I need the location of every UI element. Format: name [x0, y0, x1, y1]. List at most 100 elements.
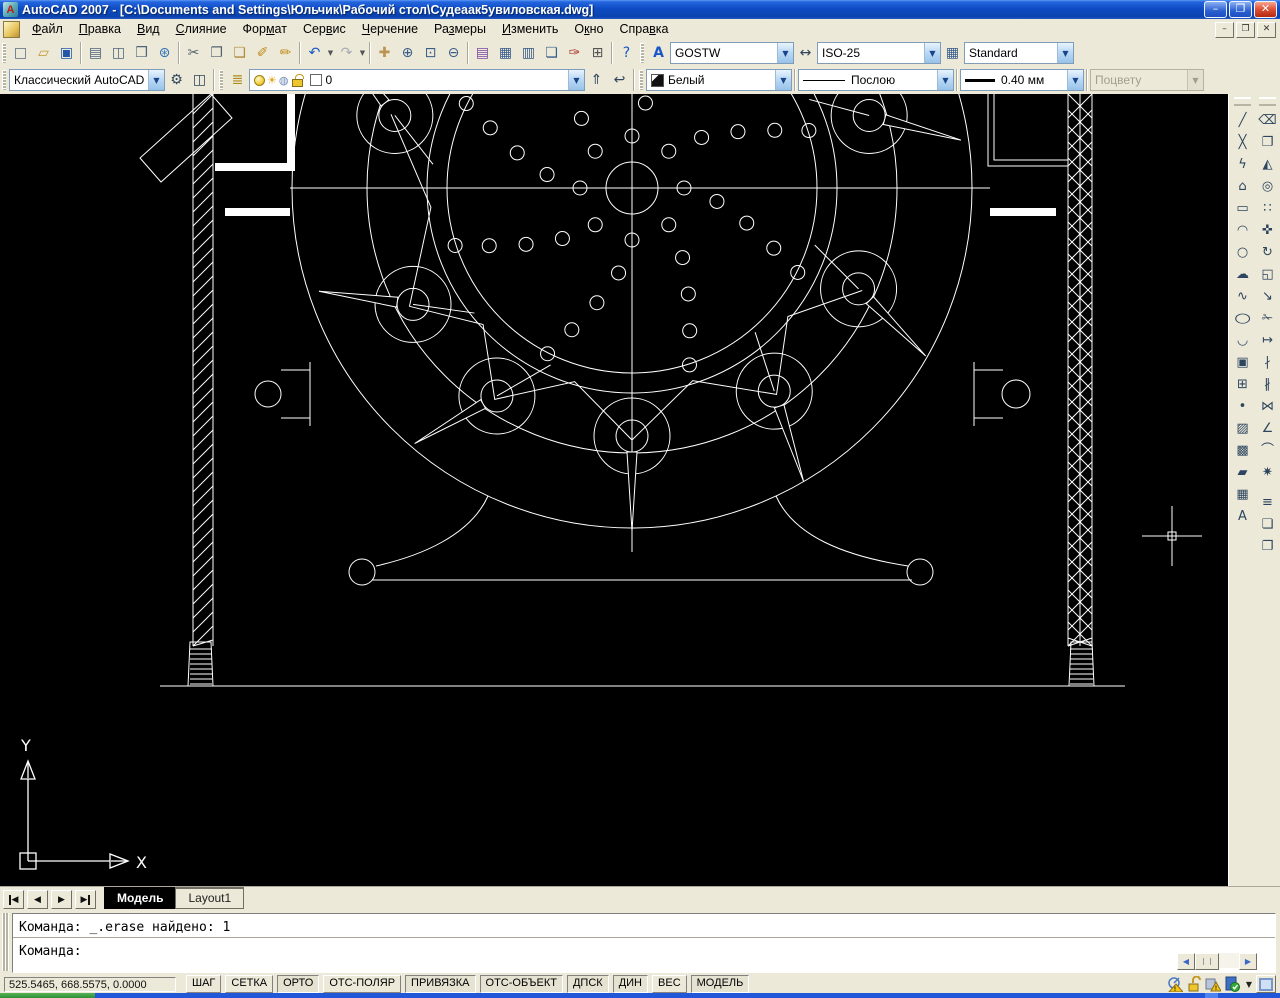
plot-preview-button[interactable]: ◫	[107, 42, 130, 64]
menu-вид[interactable]: Вид	[129, 20, 168, 39]
mdi-minimize-button[interactable]: –	[1215, 21, 1234, 38]
copy-clip-button[interactable]: ❐	[205, 42, 228, 64]
arc-button[interactable]: ◠	[1232, 219, 1254, 241]
menu-сервис[interactable]: Сервис	[295, 20, 354, 39]
fillet-button[interactable]: ⌒	[1257, 439, 1279, 461]
linetype-combo[interactable]: Послою ▼	[798, 69, 954, 91]
extend-button[interactable]: ↦	[1257, 329, 1279, 351]
tool-palettes-button[interactable]: ▥	[517, 42, 540, 64]
bring-to-front-button[interactable]: ❏	[1257, 513, 1279, 535]
scroll-thumb[interactable]	[1195, 953, 1219, 970]
send-to-back-button[interactable]: ❐	[1257, 535, 1279, 557]
save-button[interactable]: ▣	[55, 42, 78, 64]
menu-правка[interactable]: Правка	[71, 20, 129, 39]
mdi-close-button[interactable]: ✕	[1257, 21, 1276, 38]
toolbar-grip[interactable]	[2, 70, 6, 90]
standards-warning-icon[interactable]: !	[1205, 976, 1221, 992]
tab-model[interactable]: Модель	[104, 887, 177, 909]
rotate-button[interactable]: ↻	[1257, 241, 1279, 263]
menu-окно[interactable]: Окно	[566, 20, 611, 39]
rectangle-button[interactable]: ▭	[1232, 197, 1254, 219]
lineweight-combo[interactable]: 0.40 мм ▼	[960, 69, 1084, 91]
draworder-button[interactable]: ≡	[1257, 491, 1279, 513]
offset-button[interactable]: ◎	[1257, 175, 1279, 197]
close-button[interactable]: ✕	[1254, 1, 1277, 18]
chevron-down-icon[interactable]: ▼	[148, 70, 164, 90]
start-button-edge[interactable]	[0, 993, 95, 998]
workspace-combo[interactable]: Классический AutoCAD ▼	[9, 69, 165, 91]
trim-button[interactable]: ✁	[1257, 307, 1279, 329]
ellipse-button[interactable]: ○	[1232, 307, 1254, 329]
unlock-icon[interactable]	[1186, 976, 1202, 992]
plot-button[interactable]: ▤	[84, 42, 107, 64]
restore-button[interactable]: ❐	[1229, 1, 1252, 18]
match-properties-button[interactable]: ✐	[251, 42, 274, 64]
copy-button[interactable]: ❐	[1257, 131, 1279, 153]
redo-dropdown-icon[interactable]: ▼	[358, 49, 367, 57]
zoom-realtime-button[interactable]: ⊕	[396, 42, 419, 64]
undo-button[interactable]: ↶	[303, 42, 326, 64]
table-style-icon[interactable]: ▦	[941, 42, 964, 64]
first-tab-button[interactable]: ◀	[3, 890, 24, 909]
erase-button[interactable]: ⌫	[1257, 109, 1279, 131]
menu-черчение[interactable]: Черчение	[354, 20, 426, 39]
dim-style-combo[interactable]: ISO-25 ▼	[817, 42, 941, 64]
qnew-button[interactable]: □	[9, 42, 32, 64]
prev-tab-button[interactable]: ◀	[27, 890, 48, 909]
toolbar-grip[interactable]	[639, 70, 643, 90]
menu-размеры[interactable]: Размеры	[426, 20, 494, 39]
construction-line-button[interactable]: ╳	[1232, 131, 1254, 153]
my-workspace-button[interactable]: ◫	[188, 69, 211, 91]
chevron-down-icon[interactable]: ▼	[775, 70, 791, 90]
color-combo[interactable]: Белый ▼	[646, 69, 792, 91]
scroll-right-icon[interactable]: ▶	[1239, 953, 1257, 970]
menu-изменить[interactable]: Изменить	[494, 20, 566, 39]
join-button[interactable]: ⋈	[1257, 395, 1279, 417]
make-object-layer-current-button[interactable]: ⇑	[585, 69, 608, 91]
zoom-window-button[interactable]: ⊡	[419, 42, 442, 64]
ellipse-arc-button[interactable]: ◡	[1232, 329, 1254, 351]
toggle-дин[interactable]: ДИН	[612, 975, 649, 993]
mirror-button[interactable]: ◭	[1257, 153, 1279, 175]
toggle-отс-поляр[interactable]: ОТС-ПОЛЯР	[323, 975, 402, 993]
3d-dwf-button[interactable]: ⊛	[153, 42, 176, 64]
toggle-орто[interactable]: ОРТО	[277, 975, 320, 993]
tray-settings-arrow-icon[interactable]: ▼	[1246, 980, 1252, 989]
break-at-point-button[interactable]: ∤	[1257, 351, 1279, 373]
layer-properties-icon[interactable]: ≣	[226, 69, 249, 91]
zoom-previous-button[interactable]: ⊖	[442, 42, 465, 64]
region-button[interactable]: ▰	[1232, 461, 1254, 483]
workspace-settings-button[interactable]: ⚙	[165, 69, 188, 91]
toggle-дпск[interactable]: ДПСК	[566, 975, 609, 993]
mdi-restore-button[interactable]: ❐	[1236, 21, 1255, 38]
toolbar-grip[interactable]	[640, 43, 644, 63]
text-style-icon[interactable]: A	[647, 42, 670, 64]
drawing-file-icon[interactable]	[3, 21, 20, 38]
table-style-combo[interactable]: Standard ▼	[964, 42, 1074, 64]
help-button[interactable]: ?	[615, 42, 638, 64]
stretch-button[interactable]: ↘	[1257, 285, 1279, 307]
layer-previous-button[interactable]: ↩	[608, 69, 631, 91]
block-editor-button[interactable]: ✏	[274, 42, 297, 64]
sheet-set-manager-button[interactable]: ❏	[540, 42, 563, 64]
designcenter-button[interactable]: ▦	[494, 42, 517, 64]
gradient-button[interactable]: ▩	[1232, 439, 1254, 461]
toolbar-grip[interactable]	[2, 43, 6, 63]
insert-block-button[interactable]: ▣	[1232, 351, 1254, 373]
toggle-вес[interactable]: ВЕС	[652, 975, 687, 993]
command-prompt-line[interactable]: Команда:	[13, 938, 1275, 959]
toolbar-grip[interactable]	[219, 70, 223, 90]
table-button[interactable]: ▦	[1232, 483, 1254, 505]
toolbar-grip[interactable]	[1234, 97, 1251, 106]
toggle-отс-объект[interactable]: ОТС-ОБЪЕКТ	[479, 975, 563, 993]
menu-формат[interactable]: Формат	[235, 20, 295, 39]
break-button[interactable]: ∦	[1257, 373, 1279, 395]
publish-button[interactable]: ❒	[130, 42, 153, 64]
markup-set-manager-button[interactable]: ✑	[563, 42, 586, 64]
properties-palette-button[interactable]: ▤	[471, 42, 494, 64]
communication-center-icon[interactable]: !	[1167, 976, 1183, 992]
validate-dwf-icon[interactable]	[1224, 976, 1240, 992]
text-style-combo[interactable]: GOSTW ▼	[670, 42, 794, 64]
make-block-button[interactable]: ⊞	[1232, 373, 1254, 395]
chevron-down-icon[interactable]: ▼	[777, 43, 793, 63]
